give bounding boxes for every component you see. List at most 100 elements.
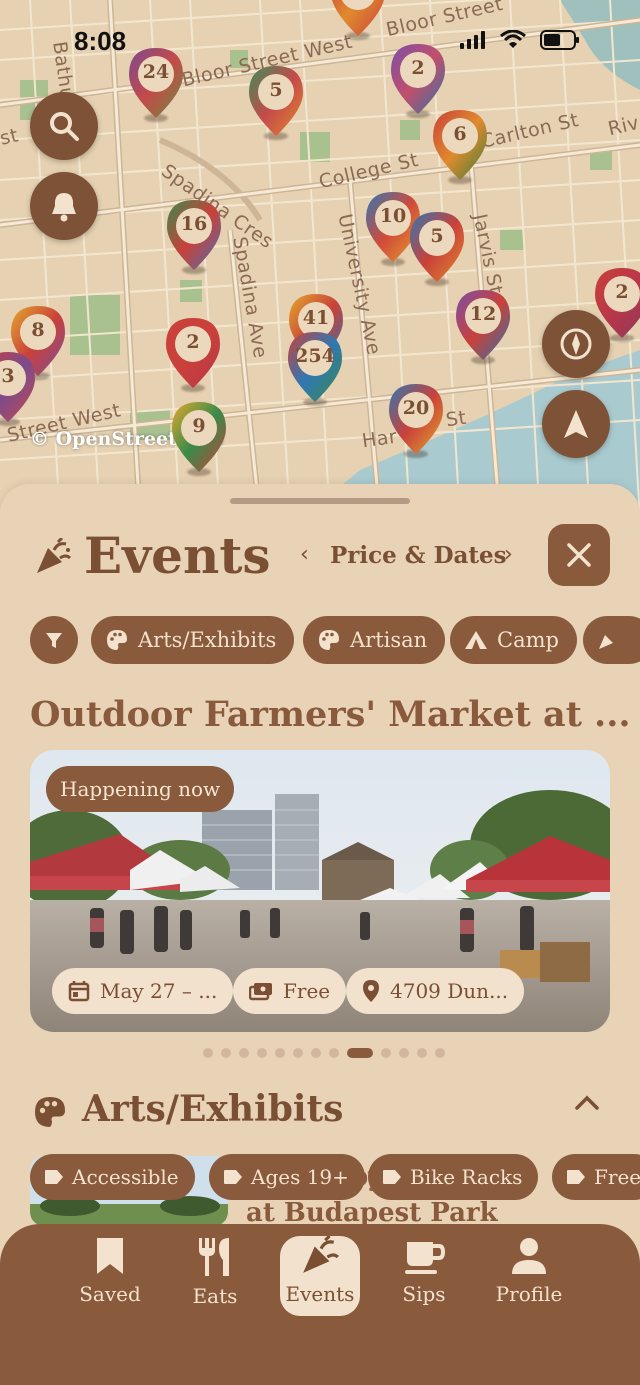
tag-ages-19[interactable]: Ages 19+	[209, 1154, 365, 1200]
pin-count: 16	[180, 213, 208, 235]
price-dates-filter[interactable]: Price & Dates	[330, 542, 507, 569]
event-cluster-pin[interactable]: 20	[387, 382, 445, 458]
event-cluster-pin[interactable]: 5	[247, 64, 305, 140]
event-cluster-pin[interactable]: 6	[329, 0, 387, 40]
event-cluster-pin[interactable]: 254	[286, 330, 344, 406]
tag-icon	[45, 1170, 63, 1184]
next-filter-button[interactable]: ›	[504, 542, 513, 567]
location-pill[interactable]: 4709 Dun...	[346, 968, 525, 1014]
carousel-dot[interactable]	[239, 1048, 249, 1058]
carousel-dot[interactable]	[311, 1048, 321, 1058]
tab-saved[interactable]: Saved	[62, 1236, 158, 1316]
chip-label: Camp	[497, 628, 559, 652]
coffee-cup-icon	[405, 1242, 445, 1274]
event-cluster-pin[interactable]: 6	[431, 108, 489, 184]
carousel-dot[interactable]	[275, 1048, 285, 1058]
chip-label: Arts/Exhibits	[138, 628, 277, 652]
sheet-grabber[interactable]	[230, 498, 410, 504]
pin-count: 6	[329, 0, 387, 1]
location-pin-icon	[363, 980, 379, 1002]
tab-eats[interactable]: Eats	[167, 1236, 263, 1316]
carousel-dot[interactable]	[293, 1048, 303, 1058]
bookmark-icon	[97, 1238, 123, 1274]
party-popper-icon	[37, 538, 72, 573]
signal-icon	[460, 31, 485, 49]
tab-label: Profile	[495, 1282, 563, 1306]
carousel-dot[interactable]	[417, 1048, 427, 1058]
carousel-dot[interactable]	[329, 1048, 339, 1058]
event-cluster-pin[interactable]: 9	[170, 400, 228, 476]
tab-bar: Saved Eats Events Sips Profile	[0, 1224, 640, 1385]
locate-button[interactable]	[542, 390, 610, 458]
pin-count: 3	[1, 365, 15, 387]
map-pin-icon	[166, 318, 220, 388]
tab-sips[interactable]: Sips	[376, 1236, 472, 1316]
close-icon	[567, 543, 591, 567]
wifi-icon	[500, 30, 526, 48]
filter-chip[interactable]	[30, 616, 78, 664]
happening-now-badge: Happening now	[46, 766, 235, 812]
arts-exhibits-section-header[interactable]: Arts/Exhibits	[30, 1088, 610, 1134]
map-pin-icon	[433, 110, 487, 180]
notifications-button[interactable]	[30, 172, 98, 240]
carousel-dot[interactable]	[203, 1048, 213, 1058]
tag-icon	[224, 1170, 242, 1184]
pin-count: 24	[142, 61, 170, 83]
pin-count: 2	[186, 331, 200, 353]
carousel-dot[interactable]	[399, 1048, 409, 1058]
search-button[interactable]	[30, 92, 98, 160]
category-chips: Arts/Exhibits Artisan Camp	[30, 616, 640, 664]
chevron-up-icon[interactable]	[574, 1094, 600, 1112]
compass-button[interactable]	[542, 310, 610, 378]
chip-camp[interactable]: Camp	[450, 616, 577, 664]
carousel-dot[interactable]	[221, 1048, 231, 1058]
prev-filter-button[interactable]: ‹	[300, 542, 309, 567]
search-icon	[50, 112, 79, 141]
location-label: 4709 Dun...	[390, 979, 509, 1003]
featured-event-photo[interactable]: Happening now May 27 – ... Free 4709 Dun…	[30, 750, 610, 1032]
map-pin-icon	[410, 212, 464, 282]
party-popper-icon	[599, 635, 613, 649]
date-label: May 27 – ...	[100, 979, 218, 1003]
tag-free[interactable]: Free	[552, 1154, 640, 1200]
map-pin-icon	[389, 384, 443, 454]
event-cluster-pin[interactable]: 5	[408, 210, 466, 286]
tag-accessible[interactable]: Accessible	[30, 1154, 195, 1200]
map-pin-icon	[391, 44, 445, 114]
pin-count: 5	[269, 79, 283, 101]
chip-more[interactable]	[583, 616, 640, 664]
pin-count: 6	[453, 123, 467, 145]
tab-events[interactable]: Events	[280, 1236, 360, 1316]
street-label: St	[444, 406, 468, 432]
person-icon	[512, 1238, 546, 1274]
date-pill[interactable]: May 27 – ...	[52, 968, 234, 1014]
tag-bike-racks[interactable]: Bike Racks	[368, 1154, 539, 1200]
featured-event-title[interactable]: Outdoor Farmers' Market at ...	[30, 694, 631, 735]
calendar-icon	[68, 981, 90, 1002]
map-pin-icon	[167, 200, 221, 270]
map-view[interactable]: Bloor Street West Bloor Street Bathurst …	[0, 0, 640, 520]
tab-label: Saved	[79, 1282, 141, 1306]
chip-artisan[interactable]: Artisan	[303, 616, 446, 664]
carousel-dots	[0, 1048, 640, 1058]
tab-profile[interactable]: Profile	[481, 1236, 577, 1316]
event-cluster-pin[interactable]: 3	[0, 350, 37, 426]
chip-arts-exhibits[interactable]: Arts/Exhibits	[91, 616, 295, 664]
event-cluster-pin[interactable]: 16	[165, 198, 223, 274]
event-cluster-pin[interactable]: 2	[164, 316, 222, 392]
pin-count: 20	[402, 397, 430, 419]
event-cluster-pin[interactable]: 2	[389, 42, 447, 118]
price-pill[interactable]: Free	[233, 968, 347, 1014]
map-pin-icon	[0, 352, 35, 422]
carousel-dot[interactable]	[257, 1048, 267, 1058]
carousel-dot[interactable]	[435, 1048, 445, 1058]
filter-icon	[46, 633, 62, 648]
carousel-dot[interactable]	[381, 1048, 391, 1058]
pin-count: 254	[295, 345, 335, 367]
close-button[interactable]	[548, 524, 610, 586]
event-cluster-pin[interactable]: 24	[127, 46, 185, 122]
event-cluster-pin[interactable]: 12	[454, 288, 512, 364]
price-label: Free	[283, 979, 331, 1003]
carousel-dot[interactable]	[347, 1048, 373, 1058]
tent-icon	[465, 631, 487, 649]
